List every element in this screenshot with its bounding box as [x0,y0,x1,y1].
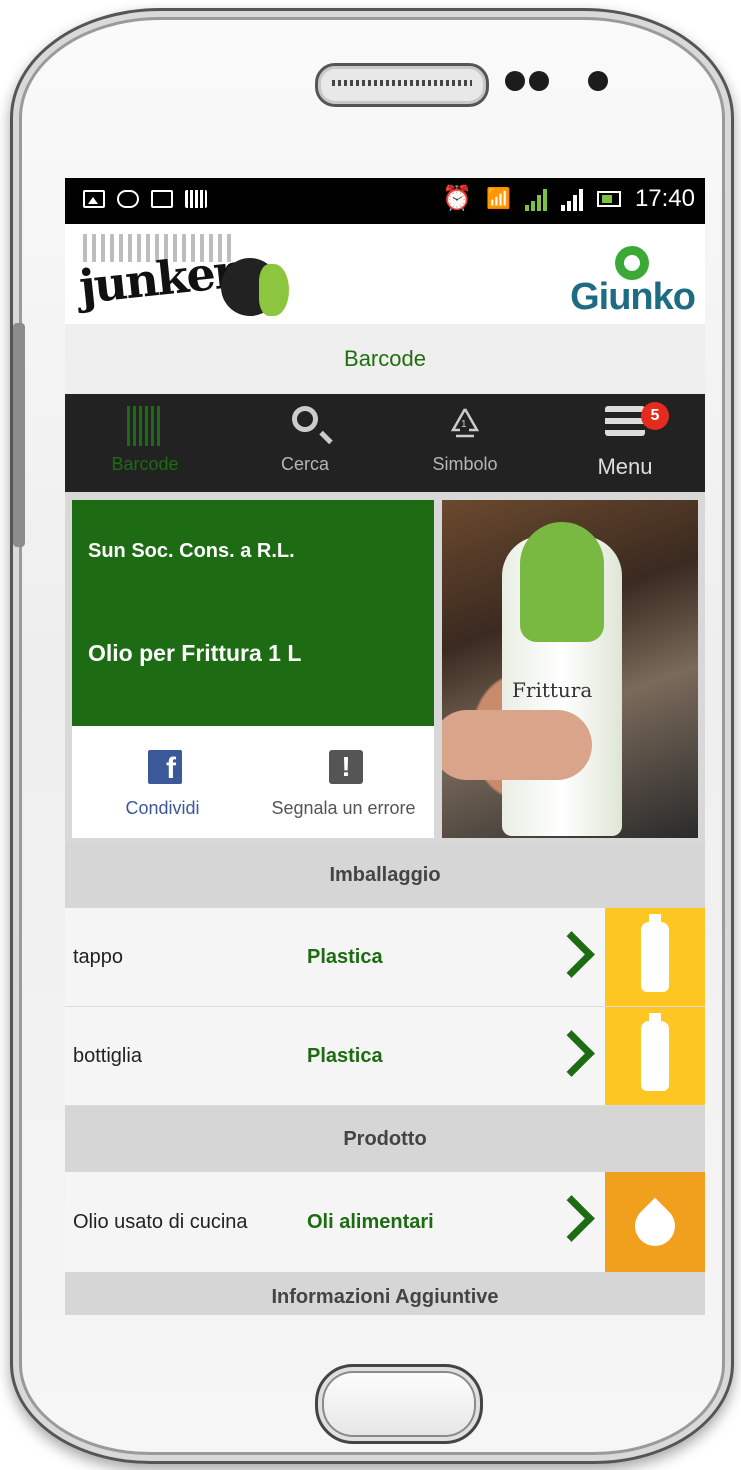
clock: 17:40 [634,184,695,212]
tab-bar: Barcode Cerca 1 Simbolo 5 Menu [65,394,705,492]
bottle-icon [641,914,669,992]
bottle-icon [641,1013,669,1091]
product-card: Sun Soc. Cons. a R.L. Olio per Frittura … [65,492,705,842]
search-icon [292,406,318,432]
barcode-icon [127,406,163,446]
battery-icon [596,190,621,207]
tab-barcode[interactable]: Barcode [65,394,225,492]
tab-simbolo[interactable]: 1 Simbolo [385,394,545,492]
signal-sim1-icon [524,187,547,211]
alarm-icon: ⏰ [442,185,473,212]
signal-sim2-icon [560,187,583,211]
recycle-icon: 1 [450,408,480,438]
product-info: Sun Soc. Cons. a R.L. Olio per Frittura … [72,500,434,726]
svg-text:1: 1 [461,419,467,430]
mail-icon [151,190,173,208]
earpiece-speaker [315,63,489,107]
list-item[interactable]: bottiglia Plastica [65,1007,705,1106]
plastic-bin [605,1007,705,1105]
tab-cerca[interactable]: Cerca [225,394,385,492]
list-item[interactable]: tappo Plastica [65,908,705,1007]
giunko-mark-icon [615,246,649,280]
exclamation-icon: ! [329,750,363,784]
product-photo[interactable]: Frittura [442,500,698,838]
home-button[interactable] [315,1364,483,1444]
report-error-button[interactable]: ! Segnala un errore [253,726,434,838]
oil-bin [605,1172,705,1272]
chevron-right-icon [548,1195,595,1242]
tab-menu[interactable]: 5 Menu [545,394,705,492]
volume-button [13,323,25,547]
wifi-icon: 📶 [486,188,511,210]
chevron-right-icon [548,1030,595,1077]
status-bar: ⏰ 📶 17:40 [65,178,705,224]
fish-mascot-icon [221,258,289,316]
share-button[interactable]: f Condividi [72,726,253,838]
notification-badge: 5 [641,402,669,430]
plastic-bin [605,908,705,1006]
hand-image [442,710,592,780]
section-informazioni: Informazioni Aggiuntive [65,1272,705,1315]
menu-icon [605,406,645,436]
product-name: Olio per Frittura 1 L [88,640,302,666]
section-imballaggio: Imballaggio [65,842,705,908]
barcode-notify-icon [185,190,207,208]
image-icon [83,190,105,208]
giunko-logo[interactable]: Giunko [559,246,699,318]
chevron-right-icon [548,931,595,978]
page-title: Barcode [65,324,705,394]
junker-logo[interactable]: junker [73,232,313,324]
app-screen: ⏰ 📶 17:40 junker Giunko Barcode Barcode … [65,178,705,1315]
chat-icon [117,190,139,208]
front-camera [588,71,608,91]
app-header: junker Giunko [65,224,705,324]
section-prodotto: Prodotto [65,1106,705,1172]
product-actions: f Condividi ! Segnala un errore [72,726,434,838]
facebook-icon: f [148,750,182,785]
product-maker: Sun Soc. Cons. a R.L. [88,540,295,562]
drop-icon [626,1197,684,1255]
list-item[interactable]: Olio usato di cucina Oli alimentari [65,1172,705,1273]
proximity-sensor [505,71,525,91]
proximity-sensor-2 [529,71,549,91]
